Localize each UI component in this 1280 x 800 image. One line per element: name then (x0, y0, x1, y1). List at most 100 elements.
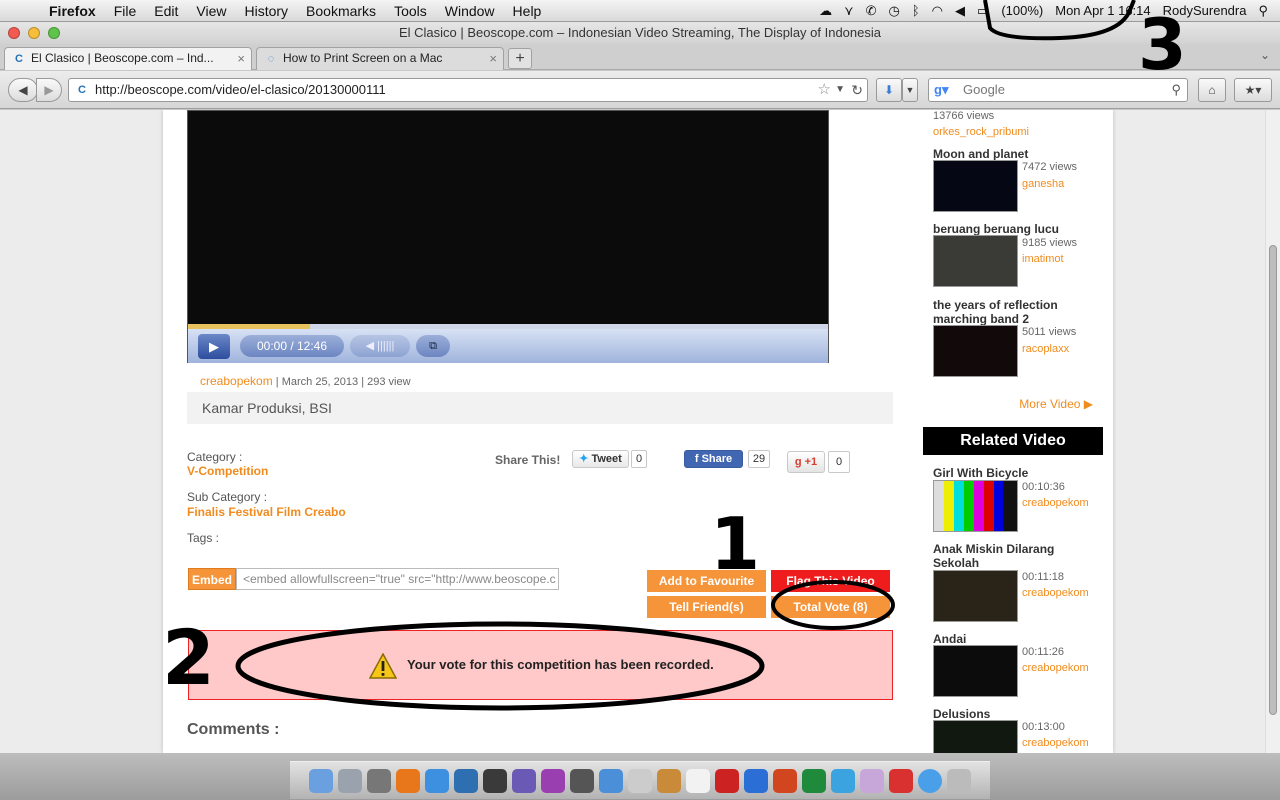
tweet-button[interactable]: ✦ Tweet (572, 450, 629, 468)
word-icon[interactable] (744, 768, 768, 793)
video-player[interactable]: ▶ 00:00 / 12:46 ◀ |||||| ⧉ (187, 110, 829, 363)
related-video-title-link[interactable]: Anak Miskin Dilarang Sekolah (933, 542, 1103, 570)
safari-icon[interactable] (425, 768, 449, 793)
avira-icon[interactable]: ⋎ (844, 3, 854, 19)
phone-icon[interactable]: ✆ (866, 3, 877, 19)
related-video-uploader-link[interactable]: creabopekom (1022, 587, 1089, 599)
back-button[interactable]: ◀ (8, 78, 38, 102)
google-plus-button[interactable]: g +1 (787, 451, 825, 473)
facebook-share-button[interactable]: f Share (684, 450, 743, 468)
downloads-stack-icon[interactable] (918, 768, 942, 793)
related-video-title-link[interactable]: Girl With Bicycle (933, 466, 1103, 480)
url-dropdown-icon[interactable]: ▼ (835, 79, 845, 101)
related-video-thumbnail[interactable] (933, 570, 1018, 622)
reload-icon[interactable]: ↻ (851, 79, 863, 101)
related-video-uploader-link[interactable]: creabopekom (1022, 662, 1089, 674)
downloads-button[interactable]: ⬇ (876, 78, 902, 102)
menu-window[interactable]: Window (436, 3, 504, 19)
battery-icon[interactable]: ▭ (977, 3, 989, 19)
trash-icon[interactable] (947, 768, 971, 793)
url-bar[interactable]: C http://beoscope.com/video/el-clasico/2… (68, 78, 868, 102)
tab-print-screen[interactable]: ◌ How to Print Screen on a Mac × (256, 47, 504, 70)
time-machine-icon[interactable]: ◷ (889, 3, 900, 19)
tell-friends-button[interactable]: Tell Friend(s) (647, 596, 766, 618)
bookmark-star-icon[interactable]: ☆ (818, 79, 831, 101)
related-video-thumbnail[interactable] (933, 645, 1018, 697)
related-video-title-link[interactable]: Delusions (933, 707, 1103, 721)
new-tab-button[interactable]: + (508, 48, 532, 69)
excel-icon[interactable] (802, 768, 826, 793)
imovie-icon[interactable] (512, 768, 536, 793)
related-video-thumbnail[interactable] (933, 480, 1018, 532)
video-uploader-link[interactable]: orkes_rock_pribumi (933, 126, 1029, 138)
fullscreen-icon[interactable]: ⧉ (416, 335, 450, 357)
site-identity-icon[interactable]: C (75, 83, 89, 97)
avira-app-icon[interactable] (889, 768, 913, 793)
dropbox-icon[interactable]: ☁ (819, 3, 832, 19)
google-engine-icon[interactable]: g▾ (934, 79, 948, 101)
wifi-icon[interactable]: ◠ (932, 3, 943, 19)
video-uploader-link[interactable]: ganesha (1022, 178, 1064, 190)
premiere-icon[interactable] (541, 768, 565, 793)
embed-code-field[interactable]: <embed allowfullscreen="true" src="http:… (236, 568, 559, 590)
menu-help[interactable]: Help (504, 3, 551, 19)
close-window-icon[interactable] (8, 27, 20, 39)
menu-edit[interactable]: Edit (145, 3, 187, 19)
video-progress-bar[interactable] (188, 324, 828, 329)
bluetooth-icon[interactable]: ᛒ (912, 3, 920, 18)
camera-icon[interactable] (483, 768, 507, 793)
photo-booth-icon[interactable] (715, 768, 739, 793)
garageband-icon[interactable] (657, 768, 681, 793)
video-thumbnail[interactable] (933, 160, 1018, 212)
video-screen[interactable] (188, 111, 828, 326)
tab-close-icon[interactable]: × (237, 48, 245, 69)
twitter-icon[interactable] (831, 768, 855, 793)
home-button[interactable]: ⌂ (1198, 78, 1226, 102)
category-link[interactable]: V-Competition (187, 464, 268, 478)
bookmarks-menu-button[interactable]: ★▾ (1234, 78, 1272, 102)
volume-icon[interactable]: ◀ (955, 3, 965, 19)
related-video-uploader-link[interactable]: creabopekom (1022, 497, 1089, 509)
video-title-link[interactable]: the years of reflection marching band 2 (933, 298, 1103, 326)
total-vote-button[interactable]: Total Vote (8) (771, 596, 890, 618)
menu-app-name[interactable]: Firefox (40, 3, 105, 19)
menu-view[interactable]: View (187, 3, 235, 19)
menu-file[interactable]: File (105, 3, 146, 19)
related-video-uploader-link[interactable]: creabopekom (1022, 737, 1089, 749)
powerpoint-icon[interactable] (773, 768, 797, 793)
related-video-title-link[interactable]: Andai (933, 632, 1103, 646)
launchpad-icon[interactable] (338, 768, 362, 793)
volume-slider[interactable]: ◀ |||||| (350, 335, 410, 357)
finder-icon[interactable] (309, 768, 333, 793)
firefox-icon[interactable] (396, 768, 420, 793)
scrollbar-thumb[interactable] (1269, 245, 1277, 715)
quicktime-icon[interactable] (454, 768, 478, 793)
downloads-dropdown-icon[interactable]: ▼ (902, 78, 918, 102)
video-title-link[interactable]: Moon and planet (933, 147, 1103, 161)
dvd-player-icon[interactable] (628, 768, 652, 793)
film-reel-icon[interactable] (570, 768, 594, 793)
tab-list-icon[interactable]: ⌄ (1260, 48, 1270, 62)
subcategory-link[interactable]: Finalis Festival Film Creabo (187, 505, 346, 519)
minimize-window-icon[interactable] (28, 27, 40, 39)
video-uploader-link[interactable]: racoplaxx (1022, 343, 1069, 355)
uploader-link[interactable]: creabopekom (200, 374, 273, 388)
flag-video-button[interactable]: Flag This Video (771, 570, 890, 592)
app-store-icon[interactable] (860, 768, 884, 793)
page-scrollbar[interactable] (1265, 110, 1280, 753)
dashboard-icon[interactable] (367, 768, 391, 793)
more-video-link[interactable]: More Video ▶ (1019, 397, 1093, 411)
tab-el-clasico[interactable]: C El Clasico | Beoscope.com – Ind... × (4, 47, 252, 70)
menubar-clock[interactable]: Mon Apr 1 16:14 (1055, 3, 1150, 18)
itunes-icon[interactable] (599, 768, 623, 793)
play-button[interactable]: ▶ (198, 334, 230, 359)
video-title-link[interactable]: beruang beruang lucu (933, 222, 1103, 236)
zoom-window-icon[interactable] (48, 27, 60, 39)
tab-close-icon[interactable]: × (489, 48, 497, 69)
video-uploader-link[interactable]: imatimot (1022, 253, 1064, 265)
calendar-icon[interactable] (686, 768, 710, 793)
menu-tools[interactable]: Tools (385, 3, 436, 19)
battery-percent[interactable]: (100%) (1001, 3, 1043, 18)
video-thumbnail[interactable] (933, 325, 1018, 377)
menu-bookmarks[interactable]: Bookmarks (297, 3, 385, 19)
